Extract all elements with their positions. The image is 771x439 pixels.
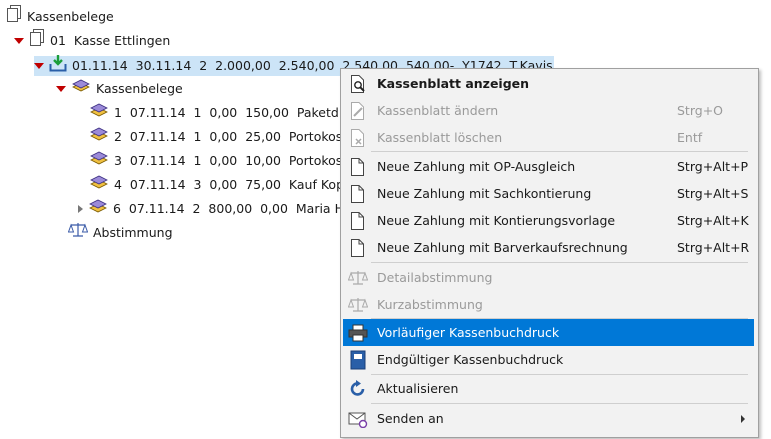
menu-senden-an[interactable]: Senden an: [343, 405, 754, 432]
download-tray-icon: [49, 54, 67, 78]
menu-separator: [371, 403, 748, 404]
tree-root-label: Kassenbelege: [27, 9, 114, 24]
scales-icon: [67, 222, 89, 244]
menu-endgueltiger-druck[interactable]: Endgültiger Kassenbuchdruck: [343, 346, 754, 373]
tree-beleg-item[interactable]: 6 07.11.14 2 800,00 0,00 Maria Huber: [78, 199, 373, 219]
tree-group-label: Kassenbelege: [96, 81, 183, 96]
tree-group-kassenbelege[interactable]: Kassenbelege: [56, 79, 183, 99]
beleg-item-text: 6 07.11.14 2 800,00 0,00 Maria Huber: [113, 201, 373, 216]
document-icon: [347, 157, 369, 177]
refresh-icon: [347, 379, 369, 399]
document-edit-icon: [347, 101, 369, 121]
receipt-icon: [89, 126, 109, 148]
tree-kasse-label: 01 Kasse Ettlingen: [50, 33, 171, 48]
beleg-item-text: 1 07.11.14 1 0,00 150,00 Paketdienst: [114, 105, 370, 120]
menu-kassenblatt-anzeigen[interactable]: Kassenblatt anzeigen: [343, 70, 754, 97]
documents-icon: [6, 5, 22, 29]
menu-neue-zahlung-vorlage[interactable]: Neue Zahlung mit Kontierungsvorlage Strg…: [343, 207, 754, 234]
receipt-icon: [88, 198, 108, 220]
submenu-arrow-icon: [741, 415, 745, 423]
tree-beleg-item[interactable]: 3 07.11.14 1 0,00 10,00 Portokosten: [89, 151, 363, 171]
expand-triangle-icon[interactable]: [34, 63, 44, 69]
beleg-item-text: 3 07.11.14 1 0,00 10,00 Portokosten: [114, 153, 363, 168]
send-mail-icon: [347, 409, 369, 429]
expand-triangle-icon[interactable]: [14, 38, 24, 44]
menu-kassenblatt-loeschen[interactable]: Kassenblatt löschen Entf: [343, 124, 754, 151]
scales-icon: [347, 268, 369, 288]
context-menu: Kassenblatt anzeigen Kassenblatt ändern …: [340, 68, 759, 438]
menu-neue-zahlung-op[interactable]: Neue Zahlung mit OP-Ausgleich Strg+Alt+P: [343, 153, 754, 180]
tree-kasse[interactable]: 01 Kasse Ettlingen: [14, 29, 171, 53]
tree-beleg-item[interactable]: 1 07.11.14 1 0,00 150,00 Paketdienst: [89, 103, 369, 123]
tree-root[interactable]: Kassenbelege: [6, 5, 114, 29]
menu-neue-zahlung-barverkauf[interactable]: Neue Zahlung mit Barverkaufsrechnung Str…: [343, 234, 754, 261]
tree-beleg-item[interactable]: 2 07.11.14 1 0,00 25,00 Portokosten: [89, 127, 363, 147]
document-icon: [347, 211, 369, 231]
menu-vorlaeufiger-druck[interactable]: Vorläufiger Kassenbuchdruck: [343, 319, 754, 346]
expand-triangle-icon[interactable]: [56, 86, 66, 92]
menu-kassenblatt-aendern[interactable]: Kassenblatt ändern Strg+O: [343, 97, 754, 124]
beleg-item-text: 2 07.11.14 1 0,00 25,00 Portokosten: [114, 129, 363, 144]
menu-separator: [371, 262, 748, 263]
document-delete-icon: [347, 128, 369, 148]
receipt-icon: [89, 174, 109, 196]
printer-icon: [347, 323, 369, 343]
menu-detailabstimmung[interactable]: Detailabstimmung: [343, 264, 754, 291]
document-icon: [347, 184, 369, 204]
receipt-icon: [89, 102, 109, 124]
documents-icon: [29, 29, 45, 53]
document-icon: [347, 238, 369, 258]
abstimmung-label: Abstimmung: [93, 225, 173, 240]
menu-kurzabstimmung[interactable]: Kurzabstimmung: [343, 291, 754, 318]
menu-aktualisieren[interactable]: Aktualisieren: [343, 375, 754, 402]
expand-arrow-icon[interactable]: [78, 205, 83, 213]
document-search-icon: [347, 74, 369, 94]
receipts-stack-icon: [71, 78, 91, 100]
book-icon: [347, 350, 369, 370]
receipt-icon: [89, 150, 109, 172]
menu-separator: [371, 151, 748, 152]
tree-abstimmung[interactable]: Abstimmung: [67, 222, 173, 244]
menu-neue-zahlung-sach[interactable]: Neue Zahlung mit Sachkontierung Strg+Alt…: [343, 180, 754, 207]
scales-icon: [347, 295, 369, 315]
